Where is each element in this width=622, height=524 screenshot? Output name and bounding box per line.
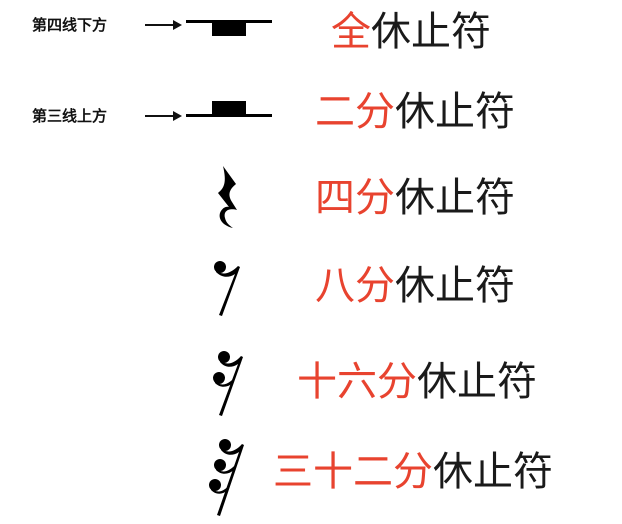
rest-name-suffix: 休止符: [395, 89, 515, 135]
rest-name-suffix: 休止符: [371, 9, 491, 55]
position-label: 第三线上方: [32, 107, 108, 125]
rest-name: 全休止符: [331, 12, 491, 52]
rest-name-suffix: 休止符: [433, 449, 553, 495]
sixteenth-rest-icon: [213, 351, 243, 416]
thirty-second-rest-icon: [209, 439, 244, 516]
rest-name-suffix: 休止符: [395, 263, 515, 309]
rest-name-suffix: 休止符: [395, 175, 515, 221]
arrow-line: [145, 24, 175, 26]
rest-name-suffix: 休止符: [417, 359, 537, 405]
rest-name: 三十二分休止符: [273, 452, 553, 492]
rest-name-prefix: 八分: [315, 263, 395, 309]
half-rest-icon: [212, 101, 246, 115]
eighth-rest-icon: [214, 261, 240, 316]
position-label: 第四线下方: [32, 16, 108, 34]
rest-name: 八分休止符: [315, 266, 515, 306]
rest-name-prefix: 全: [331, 9, 371, 55]
arrow-right-icon: [173, 111, 182, 121]
rest-name: 四分休止符: [315, 178, 515, 218]
rest-name-prefix: 十六分: [297, 359, 417, 405]
whole-rest-icon: [212, 22, 246, 36]
rest-name-prefix: 三十二分: [273, 449, 433, 495]
rest-name: 十六分休止符: [297, 362, 537, 402]
quarter-rest-icon: [218, 166, 237, 228]
arrow-right-icon: [173, 20, 182, 30]
rest-name-prefix: 四分: [315, 175, 395, 221]
rest-name: 二分休止符: [315, 92, 515, 132]
arrow-line: [145, 115, 175, 117]
rest-name-prefix: 二分: [315, 89, 395, 135]
